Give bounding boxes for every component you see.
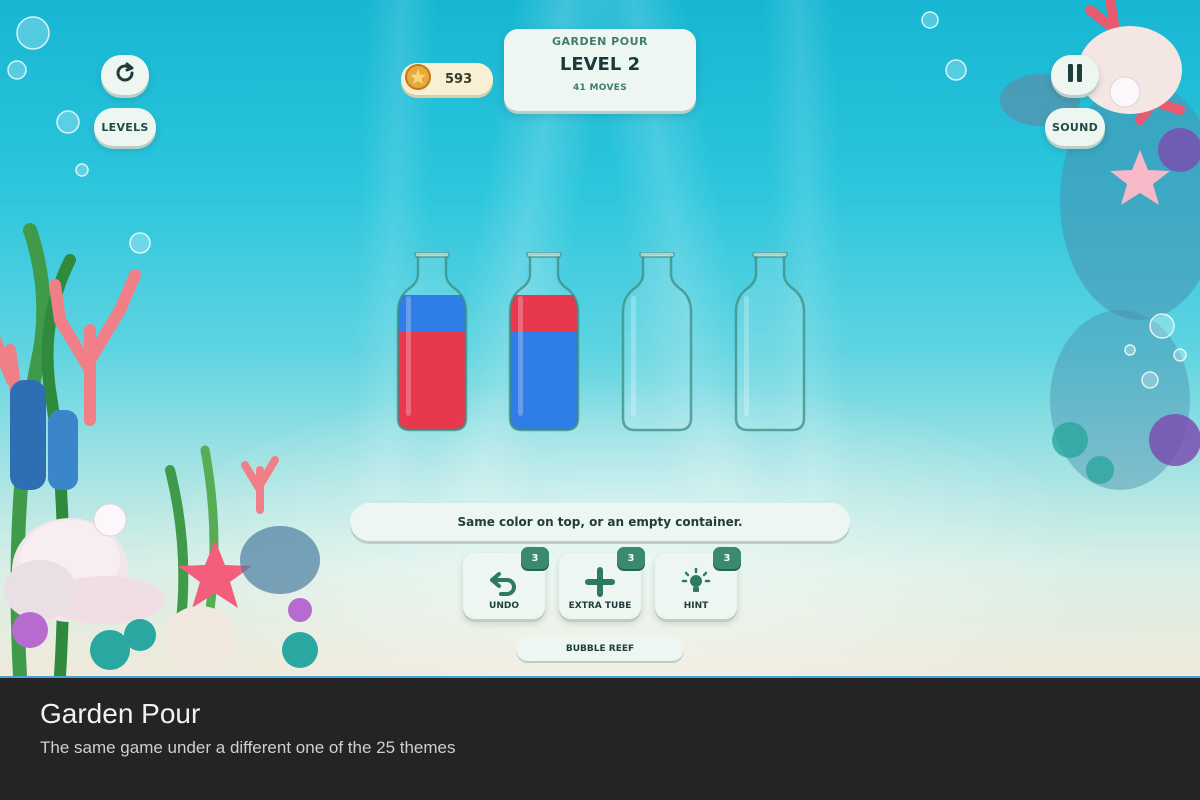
levels-label: LEVELS bbox=[101, 120, 149, 134]
rule-hint-text: Same color on top, or an empty container… bbox=[457, 515, 743, 529]
game-stage: LEVELS SOUND 593 GARDEN POUR LEVEL 2 41 … bbox=[0, 0, 1200, 676]
liquid-layer bbox=[398, 328, 466, 430]
tube-lip bbox=[639, 251, 675, 258]
pause-icon bbox=[1065, 62, 1085, 88]
sound-button[interactable]: SOUND bbox=[1045, 108, 1105, 146]
liquid-layer bbox=[398, 295, 466, 332]
levels-button[interactable]: LEVELS bbox=[94, 108, 156, 146]
restart-icon bbox=[113, 61, 137, 89]
tube-lip bbox=[414, 251, 450, 258]
coin-count: 593 bbox=[445, 71, 473, 87]
tube-lip bbox=[526, 251, 562, 258]
plus-icon bbox=[585, 567, 615, 597]
extra-tube-count-badge: 3 bbox=[617, 547, 645, 569]
liquid-layer bbox=[510, 328, 578, 430]
tube[interactable] bbox=[394, 251, 470, 432]
tube[interactable] bbox=[732, 251, 808, 432]
extra-tube-button[interactable]: 3 EXTRA TUBE bbox=[559, 547, 645, 619]
caption-subtitle: The same game under a different one of t… bbox=[40, 738, 456, 757]
lightbulb-icon bbox=[681, 567, 711, 597]
hint-count-badge: 3 bbox=[713, 547, 741, 569]
game-name: GARDEN POUR bbox=[551, 35, 648, 48]
hint-button[interactable]: 3 HINT bbox=[655, 547, 741, 619]
pause-button[interactable] bbox=[1051, 55, 1099, 95]
restart-button[interactable] bbox=[101, 55, 149, 95]
theme-label: BUBBLE REEF bbox=[516, 637, 684, 661]
undo-button[interactable]: 3 UNDO bbox=[463, 547, 549, 619]
theme-name: BUBBLE REEF bbox=[565, 644, 635, 654]
tube-lip bbox=[752, 251, 788, 258]
caption-title: Garden Pour bbox=[40, 698, 201, 729]
hint-label: HINT bbox=[683, 601, 709, 611]
extra-tube-label: EXTRA TUBE bbox=[568, 601, 632, 611]
undo-label: UNDO bbox=[489, 601, 519, 611]
caption-panel: Garden Pour The same game under a differ… bbox=[0, 676, 1200, 800]
sound-label: SOUND bbox=[1051, 120, 1099, 134]
moves-count: 41 MOVES bbox=[572, 83, 628, 93]
rule-hint-bar: Same color on top, or an empty container… bbox=[350, 503, 850, 541]
tube[interactable] bbox=[506, 251, 582, 432]
coin-icon bbox=[405, 64, 431, 94]
undo-icon bbox=[489, 567, 519, 597]
tube[interactable] bbox=[619, 251, 695, 432]
undo-count-badge: 3 bbox=[521, 547, 549, 569]
coin-counter: 593 bbox=[401, 63, 493, 95]
liquid-layer bbox=[510, 295, 578, 332]
level-card: GARDEN POUR LEVEL 2 41 MOVES bbox=[504, 29, 696, 111]
level-title: LEVEL 2 bbox=[559, 54, 641, 75]
